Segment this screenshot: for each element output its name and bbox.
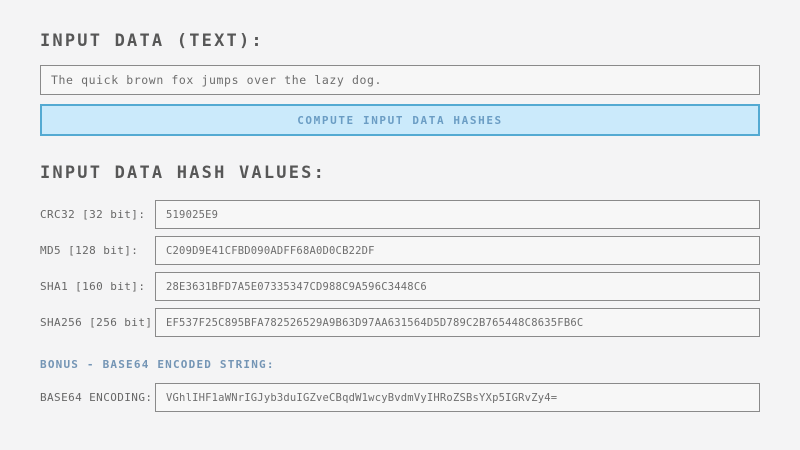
sha1-label: SHA1 [160 bit]: (40, 280, 155, 293)
input-data-heading: INPUT DATA (TEXT): (40, 31, 264, 51)
sha256-value-field[interactable] (155, 308, 760, 337)
sha256-label: SHA256 [256 bit]: (40, 316, 155, 329)
md5-value-field[interactable] (155, 236, 760, 265)
sha1-value-field[interactable] (155, 272, 760, 301)
hash-row-base64: BASE64 ENCODING: (40, 383, 760, 412)
hash-tool-page: INPUT DATA (TEXT): COMPUTE INPUT DATA HA… (0, 0, 800, 450)
base64-label: BASE64 ENCODING: (40, 391, 155, 404)
input-data-field[interactable] (40, 65, 760, 95)
hash-row-sha1: SHA1 [160 bit]: (40, 272, 760, 301)
hash-values-heading: INPUT DATA HASH VALUES: (40, 163, 326, 183)
bonus-base64-heading: BONUS - BASE64 ENCODED STRING: (40, 358, 275, 371)
hash-row-md5: MD5 [128 bit]: (40, 236, 760, 265)
hash-row-crc32: CRC32 [32 bit]: (40, 200, 760, 229)
crc32-value-field[interactable] (155, 200, 760, 229)
compute-hashes-button[interactable]: COMPUTE INPUT DATA HASHES (40, 104, 760, 136)
hash-row-sha256: SHA256 [256 bit]: (40, 308, 760, 337)
base64-value-field[interactable] (155, 383, 760, 412)
crc32-label: CRC32 [32 bit]: (40, 208, 155, 221)
md5-label: MD5 [128 bit]: (40, 244, 155, 257)
